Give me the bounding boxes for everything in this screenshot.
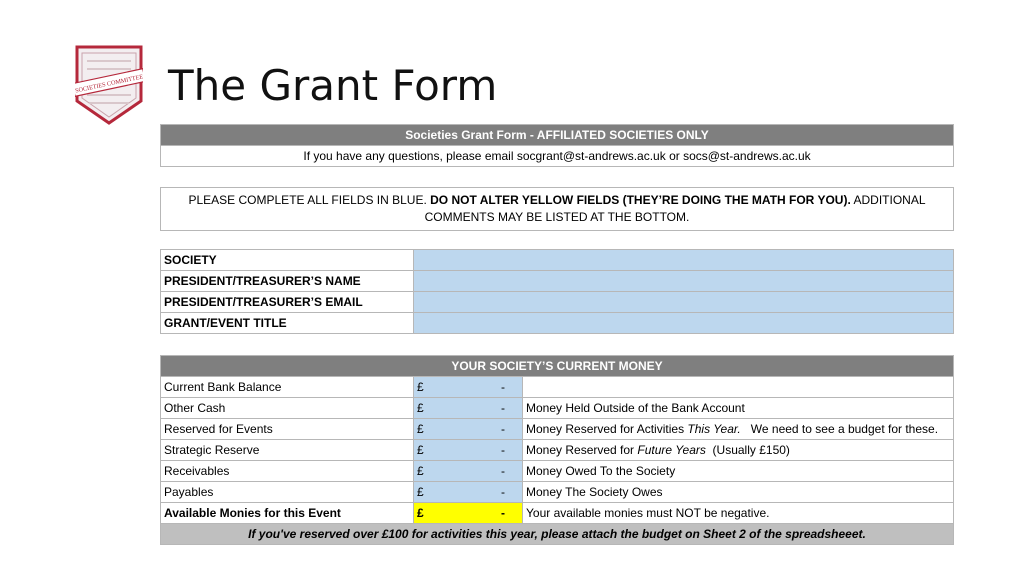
- money-note: Money Held Outside of the Bank Account: [522, 397, 954, 419]
- money-input[interactable]: £ -: [413, 397, 523, 419]
- table-row: Receivables £ - Money Owed To the Society: [160, 460, 954, 482]
- table-row: Reserved for Events £ - Money Reserved fo…: [160, 418, 954, 440]
- table-row: Current Bank Balance £ -: [160, 376, 954, 398]
- note-text: Money Reserved for Activities: [526, 422, 688, 436]
- money-input[interactable]: £ -: [413, 460, 523, 482]
- currency-symbol: £: [417, 380, 424, 394]
- amount-value: -: [501, 380, 505, 394]
- note-text: Your available monies must NOT be negati…: [526, 506, 770, 520]
- table-row: Payables £ - Money The Society Owes: [160, 481, 954, 503]
- amount-value: -: [501, 485, 505, 499]
- note-text: Money The Society Owes: [526, 485, 663, 499]
- grant-form-header: Societies Grant Form - AFFILIATED SOCIET…: [160, 124, 954, 167]
- currency-symbol: £: [417, 464, 424, 478]
- money-note: Your available monies must NOT be negati…: [522, 502, 954, 524]
- note-text: Money Reserved for: [526, 443, 638, 457]
- money-label: Strategic Reserve: [160, 439, 414, 461]
- currency-symbol: £: [417, 506, 424, 520]
- currency-symbol: £: [417, 485, 424, 499]
- amount-value: -: [501, 443, 505, 457]
- note-text: Money Owed To the Society: [526, 464, 676, 478]
- money-title: YOUR SOCIETY’S CURRENT MONEY: [160, 355, 954, 377]
- president-name-label: PRESIDENT/TREASURER’S NAME: [160, 270, 414, 292]
- societies-committee-logo: SOCIETIES COMMITTEE: [75, 45, 143, 125]
- money-input[interactable]: £ -: [413, 376, 523, 398]
- available-monies-value: £ -: [413, 502, 523, 524]
- table-row: SOCIETY: [160, 249, 954, 271]
- money-note: Money Reserved for Activities This Year.…: [522, 418, 954, 440]
- president-email-input[interactable]: [413, 291, 954, 313]
- note-italic: This Year.: [687, 422, 741, 436]
- table-row: Strategic Reserve £ - Money Reserved for …: [160, 439, 954, 461]
- money-note: [522, 376, 954, 398]
- money-label: Reserved for Events: [160, 418, 414, 440]
- note-text-end: We need to see a budget for these.: [740, 422, 939, 436]
- society-label: SOCIETY: [160, 249, 414, 271]
- currency-symbol: £: [417, 443, 424, 457]
- money-label: Payables: [160, 481, 414, 503]
- contact-line: If you have any questions, please email …: [160, 145, 954, 167]
- money-note: Money Reserved for Future Years (Usually…: [522, 439, 954, 461]
- table-row: PRESIDENT/TREASURER’S EMAIL: [160, 291, 954, 313]
- table-row: GRANT/EVENT TITLE: [160, 312, 954, 334]
- form-title: Societies Grant Form - AFFILIATED SOCIET…: [160, 124, 954, 146]
- money-note: Money Owed To the Society: [522, 460, 954, 482]
- note-text: Money Held Outside of the Bank Account: [526, 401, 745, 415]
- money-label: Current Bank Balance: [160, 376, 414, 398]
- money-input[interactable]: £ -: [413, 439, 523, 461]
- money-input[interactable]: £ -: [413, 418, 523, 440]
- instructions-box: PLEASE COMPLETE ALL FIELDS IN BLUE. DO N…: [160, 187, 954, 231]
- note-text-end: (Usually £150): [705, 443, 790, 457]
- money-note: Money The Society Owes: [522, 481, 954, 503]
- event-title-input[interactable]: [413, 312, 954, 334]
- slide-title: The Grant Form: [168, 61, 498, 110]
- amount-value: -: [501, 464, 505, 478]
- amount-value: -: [501, 401, 505, 415]
- instructions-text: PLEASE COMPLETE ALL FIELDS IN BLUE. DO N…: [160, 187, 954, 231]
- money-label: Other Cash: [160, 397, 414, 419]
- currency-symbol: £: [417, 422, 424, 436]
- amount-value: -: [501, 506, 505, 520]
- budget-footnote: If you've reserved over £100 for activit…: [160, 523, 954, 545]
- available-monies-label: Available Monies for this Event: [160, 502, 414, 524]
- instructions-part1: PLEASE COMPLETE ALL FIELDS IN BLUE.: [188, 193, 431, 207]
- money-input[interactable]: £ -: [413, 481, 523, 503]
- table-row: PRESIDENT/TREASURER’S NAME: [160, 270, 954, 292]
- society-input[interactable]: [413, 249, 954, 271]
- currency-symbol: £: [417, 401, 424, 415]
- table-row: Available Monies for this Event £ - Your …: [160, 502, 954, 524]
- instructions-bold: DO NOT ALTER YELLOW FIELDS (THEY’RE DOIN…: [430, 193, 851, 207]
- current-money-table: YOUR SOCIETY’S CURRENT MONEY Current Ban…: [160, 355, 954, 545]
- president-email-label: PRESIDENT/TREASURER’S EMAIL: [160, 291, 414, 313]
- money-label: Receivables: [160, 460, 414, 482]
- note-italic: Future Years: [637, 443, 706, 457]
- president-name-input[interactable]: [413, 270, 954, 292]
- society-details-table: SOCIETY PRESIDENT/TREASURER’S NAME PRESI…: [160, 249, 954, 334]
- event-title-label: GRANT/EVENT TITLE: [160, 312, 414, 334]
- table-row: Other Cash £ - Money Held Outside of the …: [160, 397, 954, 419]
- amount-value: -: [501, 422, 505, 436]
